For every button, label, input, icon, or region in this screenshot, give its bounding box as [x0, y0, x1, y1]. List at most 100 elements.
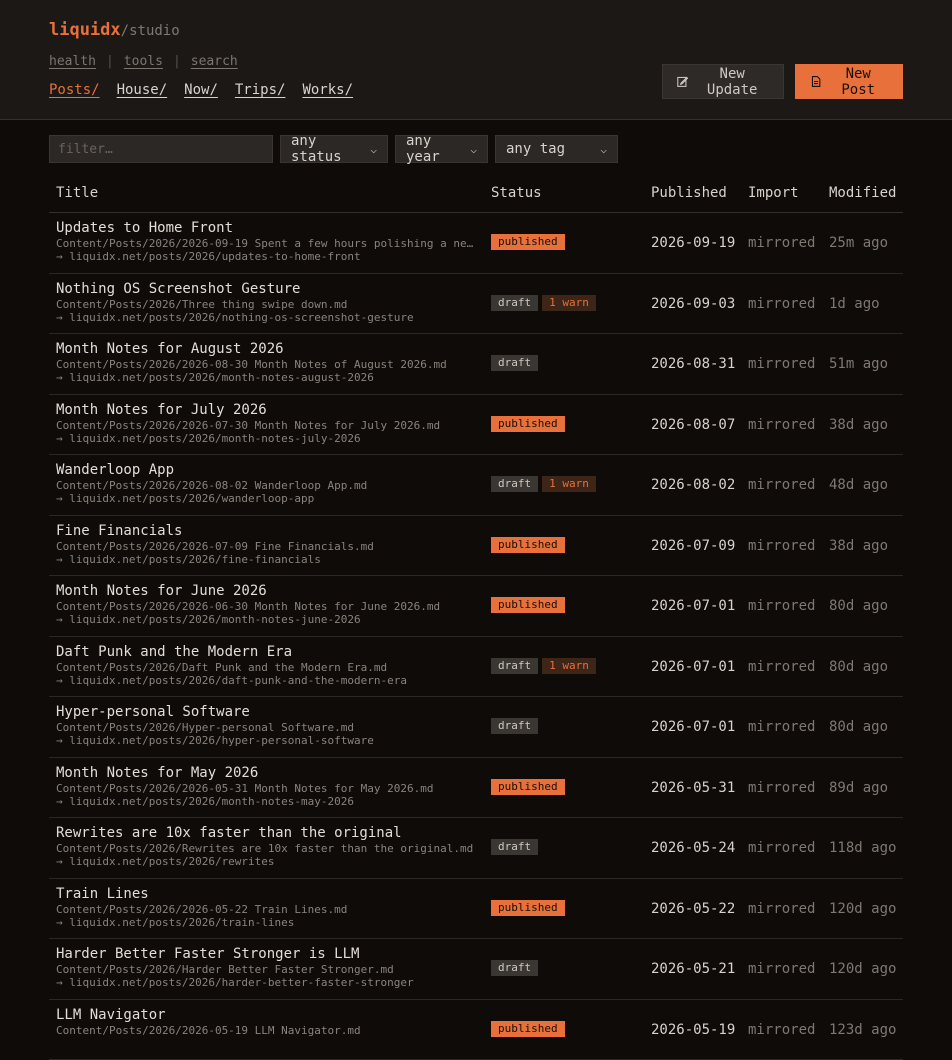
row-status-cell: published [491, 234, 565, 250]
status-badge: published [491, 900, 565, 916]
row-title-cell: Fine FinancialsContent/Posts/2026/2026-0… [56, 523, 476, 566]
row-status-cell: published [491, 597, 565, 613]
post-path: Content/Posts/2026/Rewrites are 10x fast… [56, 842, 474, 855]
table-row[interactable]: Month Notes for August 2026Content/Posts… [49, 334, 903, 395]
nav-search[interactable]: search [191, 54, 238, 69]
new-post-button[interactable]: New Post [795, 64, 903, 99]
status-badge: published [491, 234, 565, 250]
year-select-value: any year [406, 133, 470, 165]
tag-select[interactable]: any tag ⌵ [495, 135, 618, 163]
status-badge: draft [491, 295, 538, 311]
table-row[interactable]: Nothing OS Screenshot GestureContent/Pos… [49, 274, 903, 335]
post-url: → liquidx.net/posts/2026/month-notes-jul… [56, 432, 476, 445]
filter-input[interactable] [49, 135, 273, 163]
new-update-button[interactable]: New Update [662, 64, 784, 99]
post-path: Content/Posts/2026/2026-05-31 Month Note… [56, 782, 474, 795]
row-title-cell: Month Notes for May 2026Content/Posts/20… [56, 765, 476, 808]
published-date: 2026-05-22 [651, 901, 735, 917]
tag-select-value: any tag [506, 141, 565, 157]
col-import[interactable]: Import [748, 185, 799, 201]
table-body: Updates to Home Front Content/Posts/2026/… [49, 213, 903, 1060]
status-badge: published [491, 1021, 565, 1037]
app-header: liquidx/studio health|tools|search Posts… [0, 0, 952, 120]
year-select[interactable]: any year⌵ [395, 135, 488, 163]
warning-badge: 1 warn [542, 476, 596, 492]
modified-time: 80d ago [829, 719, 888, 735]
post-title[interactable]: Month Notes for June 2026 [56, 583, 476, 599]
post-url: → liquidx.net/posts/2026/month-notes-jun… [56, 613, 476, 626]
nav-tools[interactable]: tools [124, 54, 163, 69]
row-title-cell: Harder Better Faster Stronger is LLMCont… [56, 946, 476, 989]
table-row[interactable]: Month Notes for June 2026Content/Posts/2… [49, 576, 903, 637]
import-state: mirrored [748, 659, 815, 675]
row-status-cell: published [491, 537, 565, 553]
nav-trips[interactable]: Trips/ [235, 82, 286, 98]
warning-badge: 1 warn [542, 295, 596, 311]
post-title[interactable]: LLM Navigator [56, 1007, 476, 1023]
table-row[interactable]: Updates to Home FrontContent/Posts/2026/… [49, 213, 903, 274]
nav-health[interactable]: health [49, 54, 96, 69]
table-row[interactable]: LLM NavigatorContent/Posts/2026/2026-05-… [49, 1000, 903, 1060]
modified-time: 120d ago [829, 901, 896, 917]
post-path: Content/Posts/2026/2026-08-30 Month Note… [56, 358, 474, 371]
published-date: 2026-08-02 [651, 477, 735, 493]
status-select[interactable]: any status⌵ [280, 135, 388, 163]
post-url: → liquidx.net/posts/2026/updates-to-home… [56, 250, 476, 263]
col-published[interactable]: Published [651, 185, 727, 201]
post-title[interactable]: Nothing OS Screenshot Gesture [56, 281, 476, 297]
import-state: mirrored [748, 780, 815, 796]
modified-time: 1d ago [829, 296, 880, 312]
row-status-cell: published [491, 416, 565, 432]
table-row[interactable]: Hyper-personal SoftwareContent/Posts/202… [49, 697, 903, 758]
post-title[interactable]: Month Notes for August 2026 [56, 341, 476, 357]
chevron-down-icon: ⌵ [600, 143, 607, 156]
post-title[interactable]: Harder Better Faster Stronger is LLM [56, 946, 476, 962]
table-row[interactable]: Month Notes for July 2026Content/Posts/2… [49, 395, 903, 456]
post-title[interactable]: Fine Financials [56, 523, 476, 539]
post-title[interactable]: Wanderloop App [56, 462, 476, 478]
table-row[interactable]: Harder Better Faster Stronger is LLMCont… [49, 939, 903, 1000]
filter-bar: any status⌵ any year⌵ any tag⌵ [49, 135, 618, 163]
col-modified[interactable]: Modified [829, 185, 896, 201]
brand-logo[interactable]: liquidx/studio [49, 20, 180, 40]
nav-posts[interactable]: Posts/ [49, 82, 100, 98]
post-title[interactable]: Train Lines [56, 886, 476, 902]
nav-house[interactable]: House/ [117, 82, 168, 98]
post-path: Content/Posts/2026/Daft Punk and the Mod… [56, 661, 474, 674]
status-badge: draft [491, 839, 538, 855]
utility-nav: health|tools|search [49, 54, 238, 69]
post-title[interactable]: Rewrites are 10x faster than the origina… [56, 825, 476, 841]
import-state: mirrored [748, 961, 815, 977]
post-title[interactable]: Hyper-personal Software [56, 704, 476, 720]
published-date: 2026-08-07 [651, 417, 735, 433]
col-status[interactable]: Status [491, 185, 542, 201]
post-title[interactable]: Daft Punk and the Modern Era [56, 644, 476, 660]
nav-works[interactable]: Works/ [302, 82, 353, 98]
nav-separator: | [106, 54, 114, 69]
chevron-down-icon: ⌵ [370, 143, 377, 156]
table-row[interactable]: Train LinesContent/Posts/2026/2026-05-22… [49, 879, 903, 940]
published-date: 2026-07-09 [651, 538, 735, 554]
post-path: Content/Posts/2026/2026-07-09 Fine Finan… [56, 540, 474, 553]
table-row[interactable]: Rewrites are 10x faster than the origina… [49, 818, 903, 879]
post-title[interactable]: Month Notes for July 2026 [56, 402, 476, 418]
table-row[interactable]: Month Notes for May 2026Content/Posts/20… [49, 758, 903, 819]
post-title[interactable]: Updates to Home Front [56, 220, 476, 236]
published-date: 2026-07-01 [651, 598, 735, 614]
status-badge: draft [491, 658, 538, 674]
import-state: mirrored [748, 235, 815, 251]
col-title[interactable]: Title [56, 185, 98, 201]
post-url: → liquidx.net/posts/2026/daft-punk-and-t… [56, 674, 476, 687]
published-date: 2026-08-31 [651, 356, 735, 372]
table-row[interactable]: Wanderloop AppContent/Posts/2026/2026-08… [49, 455, 903, 516]
import-state: mirrored [748, 477, 815, 493]
table-row[interactable]: Fine FinancialsContent/Posts/2026/2026-0… [49, 516, 903, 577]
modified-time: 120d ago [829, 961, 896, 977]
import-state: mirrored [748, 417, 815, 433]
post-title[interactable]: Month Notes for May 2026 [56, 765, 476, 781]
table-row[interactable]: Daft Punk and the Modern EraContent/Post… [49, 637, 903, 698]
nav-now[interactable]: Now/ [184, 82, 218, 98]
row-status-cell: draft1 warn [491, 658, 596, 674]
new-post-label: New Post [828, 66, 888, 98]
post-path: Content/Posts/2026/Harder Better Faster … [56, 963, 474, 976]
